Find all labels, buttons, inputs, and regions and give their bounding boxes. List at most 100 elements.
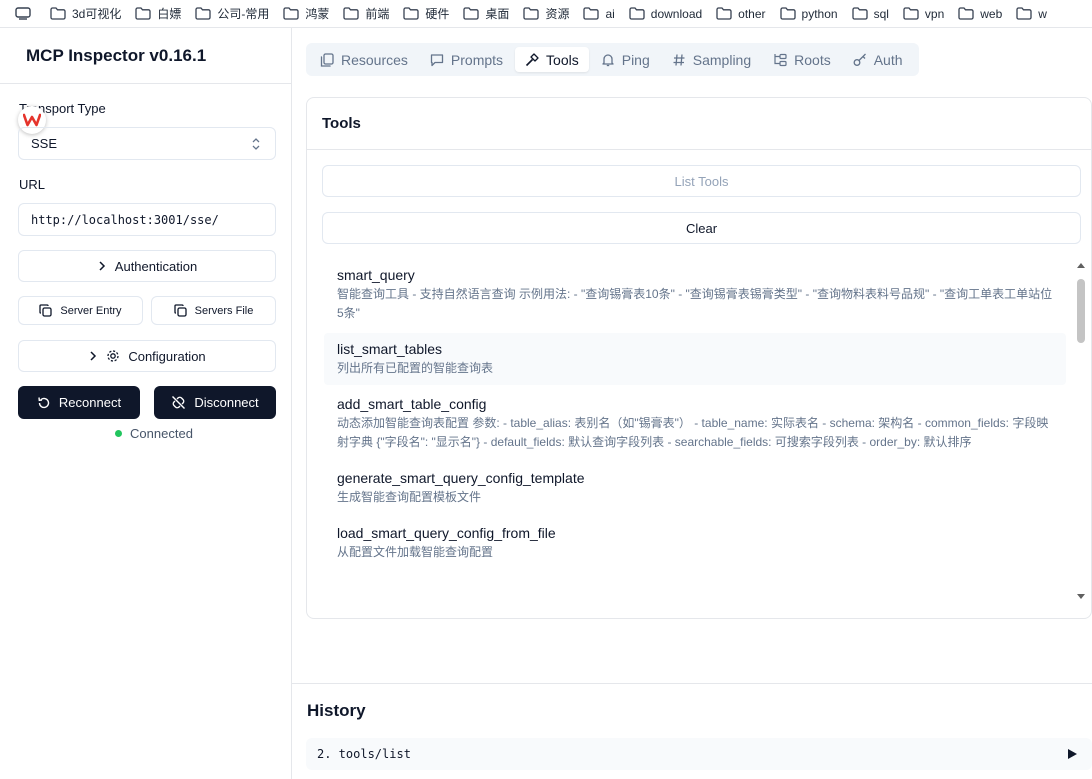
folder-icon — [343, 7, 360, 20]
bookmark-item[interactable]: 白嫖 — [135, 5, 181, 22]
servers-file-label: Servers File — [194, 304, 254, 317]
tab-label: Prompts — [450, 51, 504, 68]
tool-name: add_smart_table_config — [337, 396, 487, 412]
bookmark-item[interactable]: 硬件 — [403, 5, 449, 22]
tab-label: Sampling — [692, 51, 752, 68]
url-label: URL — [19, 177, 46, 192]
scroll-up-arrow-icon[interactable] — [1076, 261, 1086, 269]
bookmark-item[interactable]: 公司-常用 — [195, 5, 269, 22]
sidebar: MCP Inspector v0.16.1 Transport Type SSE… — [0, 28, 292, 779]
tool-description: 智能查询工具 - 支持自然语言查询 示例用法: - "查询锡膏表10条" - "… — [337, 287, 1053, 320]
hammer-icon — [525, 52, 546, 67]
bookmark-label: download — [650, 6, 703, 21]
tab-auth[interactable]: Auth — [843, 47, 913, 72]
folder-icon — [463, 7, 480, 20]
bookmark-label: 白嫖 — [157, 7, 182, 21]
list-tools-button[interactable]: List Tools — [322, 165, 1081, 197]
gear-icon — [107, 350, 119, 362]
bookmark-item[interactable]: sql — [851, 6, 889, 21]
tab-roots[interactable]: Roots — [763, 47, 841, 72]
folder-icon — [50, 7, 66, 20]
folder-icon — [851, 7, 868, 20]
tab-prompts[interactable]: Prompts — [420, 47, 513, 72]
tools-scrollbar[interactable] — [1075, 261, 1087, 601]
tab-label: Auth — [873, 51, 903, 68]
tool-description: 从配置文件加载智能查询配置 — [337, 545, 494, 559]
bookmark-item[interactable]: w — [1016, 7, 1047, 21]
bell-icon — [601, 53, 622, 67]
tool-description: 列出所有已配置的智能查询表 — [337, 361, 494, 375]
configuration-label: Configuration — [128, 348, 206, 364]
bookmark-label: 桌面 — [485, 7, 510, 21]
tool-description: 动态添加智能查询表配置 参数: - table_alias: 表别名（如"锡膏表… — [337, 416, 1049, 449]
bookmark-label: ai — [605, 6, 615, 21]
scroll-down-arrow-icon[interactable] — [1076, 593, 1086, 601]
server-entry-button[interactable]: Server Entry — [18, 296, 143, 325]
copy-icon — [39, 304, 53, 317]
folder-icon — [195, 7, 212, 20]
bookmark-item[interactable]: vpn — [903, 7, 944, 21]
tab-label: Ping — [621, 51, 650, 68]
history-entry[interactable]: 2. tools/list — [306, 738, 1092, 770]
main-panel: Resources Prompts Tools Ping Sampling Roots Au… — [292, 28, 1092, 779]
bookmark-label: vpn — [924, 6, 945, 21]
url-input[interactable] — [18, 203, 276, 236]
bookmark-item[interactable]: web — [958, 7, 1002, 21]
reconnect-button[interactable]: Reconnect — [18, 386, 140, 419]
device-icon[interactable] — [14, 7, 32, 21]
tool-item[interactable]: load_smart_query_config_from_file 从配置文件加载… — [324, 517, 1066, 569]
bookmark-item[interactable]: other — [716, 6, 766, 21]
authentication-button[interactable]: Authentication — [18, 250, 276, 282]
bookmark-label: sql — [873, 6, 889, 21]
bookmark-label: 资源 — [545, 7, 570, 21]
disconnect-label: Disconnect — [194, 395, 259, 410]
folder-icon — [903, 7, 919, 20]
bookmark-label: python — [801, 6, 838, 21]
tab-resources[interactable]: Resources — [310, 47, 418, 72]
expand-triangle-icon[interactable] — [1067, 748, 1078, 760]
bookmark-label: 公司-常用 — [217, 7, 270, 21]
disconnect-button[interactable]: Disconnect — [154, 386, 276, 419]
bookmark-item[interactable]: 3d可视化 — [50, 5, 121, 22]
tab-label: Resources — [341, 51, 408, 68]
bookmark-label: w — [1038, 6, 1047, 21]
rotate-icon — [38, 396, 50, 408]
chevron-right-icon — [90, 351, 97, 361]
tool-item[interactable]: list_smart_tables 列出所有已配置的智能查询表 — [324, 333, 1066, 385]
tab-sampling[interactable]: Sampling — [662, 47, 761, 72]
bookmark-item[interactable]: download — [629, 7, 702, 21]
clear-button[interactable]: Clear — [322, 212, 1081, 244]
bookmark-item[interactable]: python — [779, 6, 838, 21]
tool-item[interactable]: generate_smart_query_config_template 生成智能… — [324, 462, 1066, 514]
bookmarks-bar: 3d可视化 白嫖 公司-常用 鸿蒙 前端 硬件 桌面 资源 ai download other pyt… — [0, 0, 1092, 28]
bookmark-item[interactable]: 资源 — [523, 5, 569, 22]
scroll-thumb[interactable] — [1077, 279, 1085, 343]
tool-name: load_smart_query_config_from_file — [337, 525, 556, 541]
folder-icon — [583, 7, 600, 20]
bookmark-item[interactable]: 鸿蒙 — [283, 5, 329, 22]
status-dot-icon — [115, 430, 123, 437]
tool-item[interactable]: smart_query 智能查询工具 - 支持自然语言查询 示例用法: - "查询… — [324, 259, 1066, 330]
tool-item[interactable]: add_smart_table_config 动态添加智能查询表配置 参数: - … — [324, 388, 1066, 459]
transport-type-select[interactable]: SSE — [18, 127, 276, 160]
folder-tree-icon — [773, 53, 794, 67]
servers-file-button[interactable]: Servers File — [151, 296, 276, 325]
transport-type-value: SSE — [31, 136, 58, 151]
configuration-button[interactable]: Configuration — [18, 340, 276, 372]
bookmark-label: web — [980, 6, 1003, 21]
folder-icon — [779, 7, 796, 20]
folder-icon — [523, 7, 540, 20]
bookmark-item[interactable]: ai — [583, 6, 615, 21]
key-icon — [853, 53, 874, 67]
bookmark-label: other — [738, 6, 766, 21]
hash-icon — [672, 53, 693, 67]
folder-icon — [403, 7, 420, 20]
tab-ping[interactable]: Ping — [591, 47, 660, 72]
app-title: MCP Inspector v0.16.1 — [0, 28, 291, 84]
tab-bar: Resources Prompts Tools Ping Sampling Roots Au… — [306, 43, 919, 76]
bookmark-item[interactable]: 桌面 — [463, 5, 509, 22]
tab-tools[interactable]: Tools — [515, 47, 589, 72]
tool-name: generate_smart_query_config_template — [337, 470, 585, 486]
bookmark-item[interactable]: 前端 — [343, 5, 389, 22]
chevron-up-down-icon — [251, 137, 261, 154]
